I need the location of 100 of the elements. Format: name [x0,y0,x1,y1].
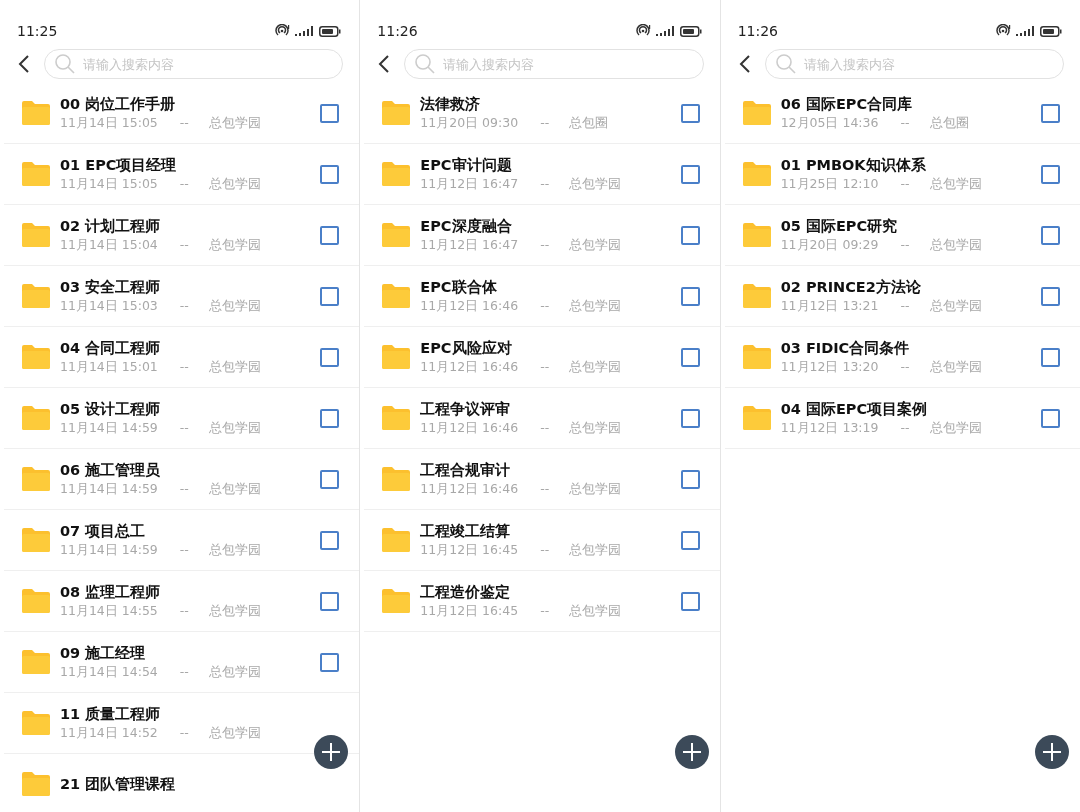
folder-title: 03 FIDIC合同条件 [780,338,911,358]
checkbox[interactable] [1041,347,1060,367]
folder-date: 11月12日 16:46 [420,358,519,376]
checkbox[interactable] [320,103,340,123]
checkbox[interactable] [680,530,700,550]
separator-text: -- [900,419,910,437]
folder-row[interactable]: 04 合同工程师 11月14日 15:01 -- 总包学园 [4,327,360,388]
folder-row[interactable]: 06 国际EPC合同库 12月05日 14:36 -- 总包圈 [724,83,1080,144]
add-button[interactable] [1035,735,1069,769]
folder-source: 总包学园 [569,175,622,193]
folder-row[interactable]: 法律救济 11月20日 09:30 -- 总包圈 [364,83,720,144]
folder-title: 01 EPC项目经理 [60,155,178,175]
checkbox[interactable] [680,164,700,184]
checkbox[interactable] [1041,286,1060,306]
folder-icon [20,405,52,431]
hotspot-icon [275,24,292,38]
folder-date: 11月14日 15:05 [60,114,158,132]
folder-source: 总包学园 [208,236,261,254]
checkbox[interactable] [680,225,700,245]
folder-source: 总包圈 [929,114,969,132]
folder-icon [380,405,413,431]
folder-row[interactable]: 00 岗位工作手册 11月14日 15:05 -- 总包学园 [4,83,360,144]
separator-text: -- [540,114,550,132]
folder-row[interactable]: 09 施工经理 11月14日 14:54 -- 总包学园 [4,632,360,693]
checkbox[interactable] [320,591,340,611]
folder-row[interactable]: EPC风险应对 11月12日 16:46 -- 总包学园 [364,327,720,388]
separator-text: -- [900,175,910,193]
checkbox[interactable] [320,225,340,245]
plus-icon [681,742,702,762]
folder-source: 总包学园 [929,236,982,254]
checkbox[interactable] [680,408,700,428]
folder-icon [740,161,773,187]
back-icon[interactable] [378,55,391,73]
folder-title: 04 国际EPC项目案例 [780,399,929,419]
checkbox[interactable] [320,530,340,550]
folder-date: 11月12日 16:46 [420,480,519,498]
checkbox[interactable] [680,286,700,306]
folder-source: 总包学园 [569,480,622,498]
checkbox[interactable] [1041,225,1060,245]
back-icon[interactable] [738,55,751,73]
folder-row[interactable]: 04 国际EPC项目案例 11月12日 13:19 -- 总包学园 [724,388,1080,449]
folder-row[interactable]: 02 PRINCE2方法论 11月12日 13:21 -- 总包学园 [724,266,1080,327]
folder-row[interactable]: 03 FIDIC合同条件 11月12日 13:20 -- 总包学园 [724,327,1080,388]
folder-date: 11月14日 14:59 [60,480,158,498]
checkbox[interactable] [320,652,340,672]
folder-icon [380,283,413,309]
folder-icon [380,161,413,187]
folder-row[interactable]: 01 PMBOK知识体系 11月25日 12:10 -- 总包学园 [724,144,1080,205]
folder-row[interactable]: 07 项目总工 11月14日 14:59 -- 总包学园 [4,510,360,571]
folder-row[interactable]: 05 设计工程师 11月14日 14:59 -- 总包学园 [4,388,360,449]
folder-row[interactable]: 03 安全工程师 11月14日 15:03 -- 总包学园 [4,266,360,327]
search-icon [54,53,76,75]
checkbox[interactable] [1041,164,1060,184]
separator-text: -- [179,358,189,376]
separator-text: -- [179,541,189,559]
checkbox[interactable] [320,347,340,367]
checkbox[interactable] [320,286,340,306]
checkbox[interactable] [320,164,340,184]
folder-row[interactable]: 05 国际EPC研究 11月20日 09:29 -- 总包学园 [724,205,1080,266]
folder-date: 11月14日 14:59 [60,419,158,437]
separator-text: -- [540,419,550,437]
checkbox[interactable] [680,591,700,611]
folder-source: 总包学园 [208,663,261,681]
folder-icon [380,222,413,248]
folder-row[interactable]: 08 监理工程师 11月14日 14:55 -- 总包学园 [4,571,360,632]
folder-icon [20,161,52,187]
folder-row[interactable]: EPC联合体 11月12日 16:46 -- 总包学园 [364,266,720,327]
checkbox[interactable] [320,469,340,489]
folder-row[interactable]: 06 施工管理员 11月14日 14:59 -- 总包学园 [4,449,360,510]
folder-row[interactable]: EPC审计问题 11月12日 16:47 -- 总包学园 [364,144,720,205]
folder-date: 11月12日 13:19 [780,419,879,437]
folder-row[interactable]: 工程争议评审 11月12日 16:46 -- 总包学园 [364,388,720,449]
folder-source: 总包学园 [569,297,622,315]
battery-icon [319,25,342,37]
folder-icon [380,527,413,553]
checkbox[interactable] [1041,103,1060,123]
checkbox[interactable] [680,103,700,123]
folder-title: 08 监理工程师 [60,582,162,602]
folder-row[interactable]: 工程造价鉴定 11月12日 16:45 -- 总包学园 [364,571,720,632]
checkbox[interactable] [680,469,700,489]
add-button[interactable] [314,735,349,769]
folder-row[interactable]: 工程合规审计 11月12日 16:46 -- 总包学园 [364,449,720,510]
plus-icon [321,742,342,762]
status-time: 11:26 [377,23,418,39]
folder-title: 11 质量工程师 [60,704,162,724]
folder-date: 11月20日 09:29 [780,236,879,254]
folder-row[interactable]: 02 计划工程师 11月14日 15:04 -- 总包学园 [4,205,360,266]
folder-icon [20,222,52,248]
folder-source: 总包学园 [569,419,622,437]
folder-row[interactable]: 01 EPC项目经理 11月14日 15:05 -- 总包学园 [4,144,360,205]
folder-source: 总包学园 [929,175,982,193]
add-button[interactable] [674,735,709,769]
separator-text: -- [179,419,189,437]
checkbox[interactable] [1041,408,1060,428]
checkbox[interactable] [680,347,700,367]
back-icon[interactable] [18,55,30,73]
folder-row[interactable]: EPC深度融合 11月12日 16:47 -- 总包学园 [364,205,720,266]
folder-row[interactable]: 工程竣工结算 11月12日 16:45 -- 总包学园 [364,510,720,571]
checkbox[interactable] [320,408,340,428]
plus-icon [1042,742,1062,762]
